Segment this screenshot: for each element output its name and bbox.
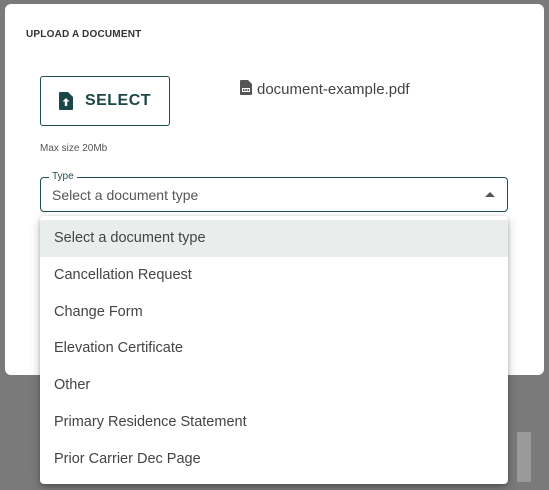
file-name-text: document-example.pdf (257, 81, 410, 98)
document-type-dropdown: Select a document type Cancellation Requ… (40, 216, 508, 484)
pdf-file-icon (240, 80, 252, 99)
max-size-note: Max size 20Mb (40, 143, 108, 154)
type-field-value: Select a document type (52, 187, 199, 203)
dropdown-option[interactable]: Elevation Certificate (40, 330, 508, 367)
caret-up-icon (485, 192, 495, 197)
modal-title: UPLOAD A DOCUMENT (26, 29, 142, 40)
dropdown-option[interactable]: Cancellation Request (40, 257, 508, 294)
dropdown-option[interactable]: Change Form (40, 294, 508, 331)
dropdown-option[interactable]: Select a document type (40, 220, 508, 257)
dropdown-option[interactable]: Prior Carrier Dec Page (40, 441, 508, 478)
select-file-button[interactable]: SELECT (40, 76, 170, 126)
select-button-label: SELECT (84, 92, 152, 109)
type-field-label: Type (49, 171, 77, 183)
backdrop-element (517, 432, 531, 482)
file-upload-icon (58, 92, 73, 110)
document-type-select[interactable]: Type Select a document type (40, 171, 508, 212)
dropdown-option[interactable]: Other (40, 367, 508, 404)
dropdown-option[interactable]: Primary Residence Statement (40, 404, 508, 441)
selected-file: document-example.pdf (240, 80, 410, 99)
